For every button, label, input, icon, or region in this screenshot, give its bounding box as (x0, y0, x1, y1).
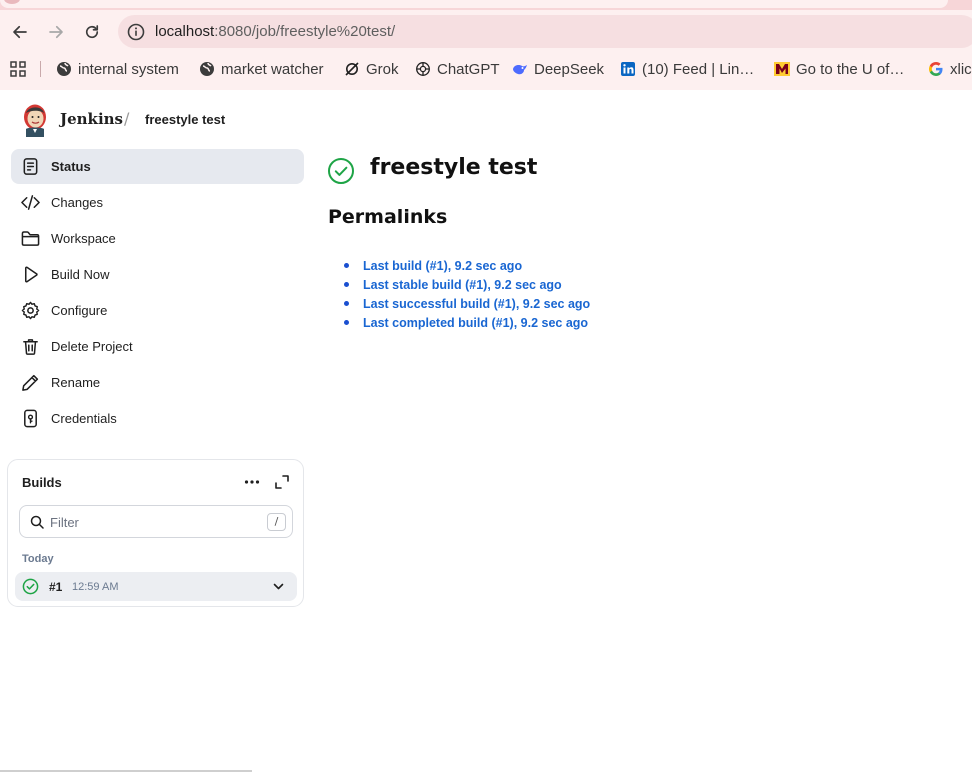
forward-button[interactable] (44, 20, 68, 44)
sidebar-item-credentials[interactable]: Credentials (11, 401, 304, 436)
url-path: :8080/job/freestyle%20test/ (214, 23, 396, 40)
sidebar-item-label: Delete Project (51, 339, 133, 354)
globe-icon (56, 61, 72, 77)
sidebar-item-rename[interactable]: Rename (11, 365, 304, 400)
bookmark-internal-system[interactable]: internal system (56, 59, 179, 79)
more-options-icon[interactable] (243, 473, 261, 491)
list-item: Last completed build (#1), 9.2 sec ago (344, 313, 590, 332)
back-button[interactable] (8, 20, 32, 44)
builds-filter[interactable]: / (19, 505, 293, 538)
build-time: 12:59 AM (72, 581, 119, 593)
bookmark-deepseek[interactable]: DeepSeek (512, 59, 604, 79)
filter-input[interactable] (50, 513, 250, 531)
umn-icon (774, 61, 790, 77)
sidebar-item-changes[interactable]: Changes (11, 185, 304, 220)
sidebar-item-label: Status (51, 159, 91, 174)
list-item: Last successful build (#1), 9.2 sec ago (344, 294, 590, 313)
linkedin-icon (620, 61, 636, 77)
builds-panel: Builds / Today #1 12:59 AM (7, 459, 304, 607)
back-arrow-icon (13, 25, 27, 39)
bookmark-chatgpt[interactable]: ChatGPT (415, 59, 500, 79)
apps-grid-icon[interactable] (10, 61, 26, 77)
bookmark-label: xlic (950, 60, 972, 78)
google-icon (928, 61, 944, 77)
sidebar-item-workspace[interactable]: Workspace (11, 221, 304, 256)
sidebar-item-label: Build Now (51, 267, 110, 282)
bookmark-google[interactable]: xlic (928, 59, 972, 79)
deepseek-icon (512, 61, 528, 77)
bookmarks-bar: internal system market watcher Grok Chat… (0, 56, 972, 82)
permalink-last-completed-build[interactable]: Last completed build (#1), 9.2 sec ago (363, 316, 588, 330)
sidebar-item-label: Credentials (51, 411, 117, 426)
bookmark-grok[interactable]: Grok (344, 59, 399, 79)
tab-favicon (4, 0, 20, 4)
play-icon (24, 266, 38, 283)
chevron-down-icon[interactable] (271, 579, 286, 594)
sidebar-item-label: Changes (51, 195, 104, 210)
sidebar-item-build-now[interactable]: Build Now (11, 257, 304, 292)
bookmark-label: Grok (366, 60, 399, 78)
builds-group-label: Today (22, 553, 54, 565)
bookmark-label: DeepSeek (534, 60, 605, 78)
pencil-icon (22, 374, 39, 391)
permalink-last-build[interactable]: Last build (#1), 9.2 sec ago (363, 259, 522, 273)
grok-icon (344, 61, 360, 77)
permalinks-list: Last build (#1), 9.2 sec ago Last stable… (344, 256, 590, 332)
jenkins-logo-icon[interactable] (22, 103, 48, 137)
sidebar-item-status[interactable]: Status (11, 149, 304, 184)
sidebar-item-delete-project[interactable]: Delete Project (11, 329, 304, 364)
filter-shortcut-hint: / (267, 513, 286, 531)
site-info-icon[interactable] (126, 22, 146, 42)
reload-icon (85, 25, 99, 39)
chatgpt-icon (415, 61, 431, 77)
success-check-icon (22, 578, 39, 595)
list-item: Last stable build (#1), 9.2 sec ago (344, 275, 590, 294)
folder-icon (21, 231, 40, 246)
browser-toolbar: localhost:8080/job/freestyle%20test/ int… (0, 0, 972, 90)
list-item: Last build (#1), 9.2 sec ago (344, 256, 590, 275)
status-doc-icon (23, 158, 38, 175)
tab-strip (0, 0, 972, 10)
sidebar-item-label: Rename (51, 375, 101, 390)
bookmarks-divider (40, 61, 41, 77)
reload-button[interactable] (80, 20, 104, 44)
globe-icon (199, 61, 215, 77)
url-host: localhost (155, 23, 215, 40)
sidebar-item-configure[interactable]: Configure (11, 293, 304, 328)
bookmark-label: internal system (78, 60, 179, 78)
gear-icon (21, 301, 40, 320)
breadcrumb-job[interactable]: freestyle test (145, 112, 225, 127)
breadcrumb-separator: / (124, 109, 130, 128)
jenkins-header: Jenkins / freestyle test (0, 90, 972, 148)
bookmark-umn[interactable]: Go to the U of… (774, 59, 904, 79)
search-icon (30, 515, 44, 529)
bookmark-label: ChatGPT (437, 60, 500, 78)
permalink-last-stable-build[interactable]: Last stable build (#1), 9.2 sec ago (363, 278, 562, 292)
code-icon (21, 195, 40, 210)
success-status-icon (328, 158, 354, 184)
credentials-icon (24, 409, 37, 428)
build-row[interactable]: #1 12:59 AM (15, 572, 297, 601)
builds-title: Builds (22, 475, 62, 490)
bookmark-label: Go to the U of… (796, 60, 905, 78)
sidebar-item-label: Configure (51, 303, 108, 318)
expand-icon[interactable] (273, 473, 291, 491)
url-text[interactable]: localhost:8080/job/freestyle%20test/ (155, 23, 395, 40)
bookmark-market-watcher[interactable]: market watcher (199, 59, 324, 79)
permalinks-heading: Permalinks (328, 206, 448, 228)
bookmark-label: (10) Feed | Lin… (642, 60, 755, 78)
permalink-last-successful-build[interactable]: Last successful build (#1), 9.2 sec ago (363, 297, 590, 311)
page-title: freestyle test (370, 155, 538, 180)
forward-arrow-icon (49, 25, 63, 39)
active-tab[interactable] (0, 0, 948, 8)
bookmark-label: market watcher (221, 60, 324, 78)
bookmark-linkedin[interactable]: (10) Feed | Lin… (620, 59, 754, 79)
address-bar[interactable]: localhost:8080/job/freestyle%20test/ (118, 15, 972, 48)
build-number[interactable]: #1 (49, 580, 62, 594)
sidebar-item-label: Workspace (51, 231, 116, 246)
jenkins-brand[interactable]: Jenkins (60, 110, 123, 128)
trash-icon (23, 339, 38, 355)
